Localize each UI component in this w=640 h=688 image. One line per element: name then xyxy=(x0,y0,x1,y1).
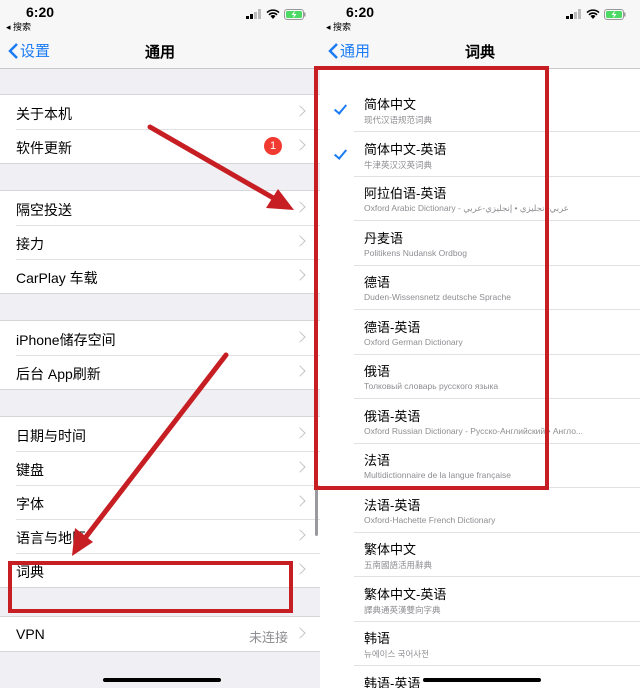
page-title: 词典 xyxy=(464,44,495,61)
status-bar: 6:20 ◂ 搜索 xyxy=(320,0,640,32)
dictionary-subtitle: Oxford-Hachette French Dictionary xyxy=(364,514,496,525)
settings-item-label: 日期与时间 xyxy=(16,428,86,444)
chevron-right-icon xyxy=(294,139,306,151)
settings-item-fonts[interactable]: 字体 xyxy=(0,485,320,519)
status-time: 6:20 xyxy=(26,4,55,20)
update-badge: 1 xyxy=(264,137,282,155)
battery-charging-icon xyxy=(604,8,626,20)
dictionary-highlight-box xyxy=(8,561,293,613)
dictionary-title: 韩语-英语 xyxy=(364,675,421,688)
system-icons xyxy=(566,8,626,20)
chevron-right-icon xyxy=(294,627,306,639)
settings-item-date-time[interactable]: 日期与时间 xyxy=(0,417,320,451)
settings-item-label: 关于本机 xyxy=(16,106,72,122)
settings-item-airdrop[interactable]: 隔空投送 xyxy=(0,191,320,225)
chevron-right-icon xyxy=(294,529,306,541)
dictionary-subtitle: 뉴에이스 국어사전 xyxy=(364,649,429,659)
signal-icon xyxy=(566,9,581,19)
settings-group-airdrop: 隔空投送 接力 CarPlay 车载 xyxy=(0,190,320,294)
settings-item-label: 字体 xyxy=(16,496,44,512)
dictionary-item[interactable]: 韩语 뉴에이스 국어사전 xyxy=(320,622,640,666)
home-indicator xyxy=(103,678,221,682)
dictionary-subtitle: 五南國語活用辭典 xyxy=(364,560,433,570)
settings-item-about[interactable]: 关于本机 xyxy=(0,95,320,129)
dictionary-title: 韩语 xyxy=(364,631,391,646)
settings-item-label: 隔空投送 xyxy=(16,202,72,218)
status-bar: 6:20 ◂ 搜索 xyxy=(0,0,320,32)
settings-group-vpn: VPN 未连接 xyxy=(0,616,320,652)
settings-item-label: 语言与地区 xyxy=(16,530,86,546)
dictionary-item[interactable]: 法语-英语 Oxford-Hachette French Dictionary xyxy=(320,489,640,533)
dictionary-title: 法语-英语 xyxy=(364,497,421,513)
dictionary-item[interactable]: 繁体中文五南國語活用辭典 xyxy=(320,533,640,577)
page-title: 通用 xyxy=(144,44,175,61)
dictionary-list-highlight-box xyxy=(314,66,549,490)
settings-item-background-refresh[interactable]: 后台 App刷新 xyxy=(0,355,320,389)
settings-group-about: 关于本机 软件更新 1 xyxy=(0,94,320,164)
signal-icon xyxy=(246,9,261,19)
chevron-right-icon xyxy=(294,461,306,473)
settings-item-software-update[interactable]: 软件更新 1 xyxy=(0,129,320,163)
wifi-icon xyxy=(586,9,600,19)
chevron-right-icon xyxy=(294,365,306,377)
settings-item-iphone-storage[interactable]: iPhone储存空间 xyxy=(0,321,320,355)
chevron-right-icon xyxy=(294,495,306,507)
chevron-right-icon xyxy=(294,331,306,343)
dictionary-title: 繁体中文-英语 xyxy=(364,586,447,602)
settings-item-keyboard[interactable]: 键盘 xyxy=(0,451,320,485)
settings-item-vpn[interactable]: VPN 未连接 xyxy=(0,617,320,651)
settings-item-handoff[interactable]: 接力 xyxy=(0,225,320,259)
settings-group-storage: iPhone储存空间 后台 App刷新 xyxy=(0,320,320,390)
navigation-bar: 设置 通用 xyxy=(0,32,320,69)
chevron-right-icon xyxy=(294,235,306,247)
settings-item-label: 后台 App刷新 xyxy=(16,366,101,382)
vpn-status-value: 未连接 xyxy=(248,630,288,645)
navigation-bar: 通用 词典 xyxy=(320,32,640,69)
chevron-right-icon xyxy=(294,105,306,117)
system-icons xyxy=(246,8,306,20)
wifi-icon xyxy=(266,9,280,19)
settings-item-label: VPN xyxy=(16,626,45,642)
status-time: 6:20 xyxy=(346,4,375,20)
chevron-right-icon xyxy=(294,269,306,281)
battery-charging-icon xyxy=(284,8,306,20)
settings-item-label: 键盘 xyxy=(16,462,44,478)
dictionary-title: 繁体中文 xyxy=(364,542,417,557)
chevron-right-icon xyxy=(294,201,306,213)
home-indicator xyxy=(423,678,541,682)
settings-item-label: iPhone储存空间 xyxy=(16,332,116,348)
dictionary-item[interactable]: 繁体中文-英语譯典通英漢雙向字典 xyxy=(320,578,640,622)
chevron-right-icon xyxy=(294,427,306,439)
settings-item-label: 接力 xyxy=(16,236,44,252)
settings-item-language-region[interactable]: 语言与地区 xyxy=(0,519,320,553)
settings-item-label: 软件更新 xyxy=(16,140,72,156)
chevron-right-icon xyxy=(294,563,306,575)
dictionary-subtitle: 譯典通英漢雙向字典 xyxy=(364,604,441,615)
settings-item-carplay[interactable]: CarPlay 车载 xyxy=(0,259,320,293)
settings-item-label: CarPlay 车载 xyxy=(16,270,98,286)
